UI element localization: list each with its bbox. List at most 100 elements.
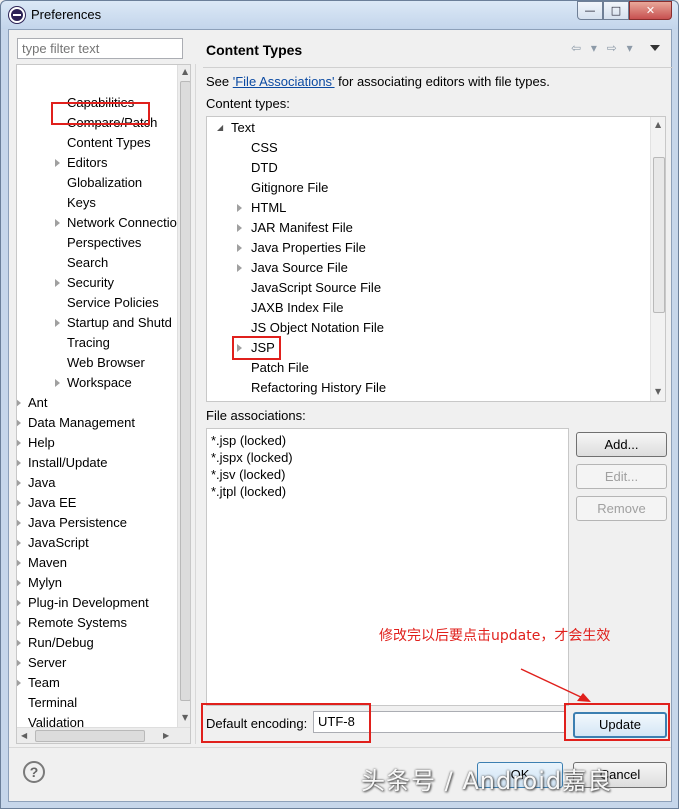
tree-item-label: Security (67, 275, 114, 290)
help-icon[interactable]: ? (23, 761, 45, 783)
desc-prefix: See (206, 74, 233, 89)
expand-arrow-icon[interactable] (55, 159, 60, 167)
tree-item-label: Editors (67, 155, 108, 170)
expand-arrow-icon[interactable] (237, 204, 242, 212)
expand-arrow-icon[interactable] (55, 319, 60, 327)
maximize-button[interactable]: □ (603, 1, 629, 20)
expand-arrow-icon[interactable] (55, 279, 60, 287)
highlight-encoding (201, 703, 371, 743)
list-item[interactable]: *.jsv (locked) (211, 466, 285, 483)
scroll-up-icon[interactable]: ▲ (655, 120, 661, 129)
tree-item-label: Java (28, 475, 56, 490)
tree-vertical-scrollbar[interactable]: ▲ ▼ (177, 65, 190, 727)
content-type-label: JavaScript Source File (251, 280, 382, 295)
highlight-jsp (232, 336, 281, 360)
file-associations-link[interactable]: 'File Associations' (233, 74, 335, 89)
tree-item-label: Team (28, 675, 60, 690)
expand-arrow-icon[interactable] (17, 679, 21, 687)
tree-item-label: Maven (28, 555, 68, 570)
tree-item-label: Service Policies (67, 295, 159, 310)
content-types-scrollbar[interactable]: ▲ ▼ (650, 117, 665, 401)
tree-item-label: Keys (67, 195, 96, 210)
tree-item-label: Run/Debug (28, 635, 94, 650)
window-title: Preferences (31, 7, 102, 22)
list-item[interactable]: *.jsp (locked) (211, 432, 286, 449)
tree-item-label: Terminal (28, 695, 78, 710)
expand-arrow-icon[interactable] (237, 224, 242, 232)
file-associations-label: File associations: (206, 408, 306, 423)
expand-arrow-icon[interactable] (17, 539, 21, 547)
filter-input[interactable] (17, 38, 183, 59)
expand-arrow-icon[interactable] (17, 459, 21, 467)
tree-item-label: Java Persistence (28, 515, 127, 530)
tree-item-label: Web Browser (67, 355, 145, 370)
add-button[interactable]: Add... (576, 432, 667, 457)
expand-arrow-icon[interactable] (237, 244, 242, 252)
tree-item-label: Data Management (28, 415, 135, 430)
tree-item-label: Help (28, 435, 55, 450)
expand-arrow-icon[interactable] (17, 499, 21, 507)
tree-item-label: JavaScript (28, 535, 89, 550)
list-item[interactable]: *.jtpl (locked) (211, 483, 286, 500)
tree-item-label: Workspace (67, 375, 132, 390)
annotation-text: 修改完以后要点击update，才会生效 (379, 628, 611, 644)
minimize-button[interactable]: — (577, 1, 603, 20)
title-bar: Preferences — □ ✕ (1, 1, 678, 29)
tree-item-label: Tracing (67, 335, 110, 350)
content-type-label: Java Source File (251, 260, 348, 275)
tree-item-label: Mylyn (28, 575, 62, 590)
hscroll-thumb[interactable] (35, 730, 145, 742)
highlight-content-types (51, 102, 150, 125)
expand-arrow-icon[interactable] (17, 619, 21, 627)
expand-arrow-icon[interactable] (17, 439, 21, 447)
scroll-right-icon[interactable]: ▶ (163, 731, 169, 740)
page-title: Content Types (206, 42, 303, 58)
preferences-window: Preferences — □ ✕ CapabilitiesCompare/Pa… (0, 0, 679, 809)
expand-arrow-icon[interactable] (17, 579, 21, 587)
close-button[interactable]: ✕ (629, 1, 672, 20)
expand-arrow-icon[interactable] (17, 399, 21, 407)
expand-arrow-icon[interactable] (17, 419, 21, 427)
desc-suffix: for associating editors with file types. (334, 74, 550, 89)
tree-item-label: Server (28, 655, 67, 670)
scroll-left-icon[interactable]: ◀ (21, 731, 27, 740)
description: See 'File Associations' for associating … (206, 74, 550, 89)
title-separator (203, 67, 673, 68)
scroll-down-icon[interactable]: ▼ (182, 713, 188, 722)
scroll-down-icon[interactable]: ▼ (655, 387, 661, 396)
edit-button[interactable]: Edit... (576, 464, 667, 489)
scroll-thumb[interactable] (180, 81, 190, 701)
expand-arrow-icon[interactable] (55, 379, 60, 387)
content-type-label: Gitignore File (251, 180, 329, 195)
tree-item-label: Plug-in Development (28, 595, 149, 610)
expand-arrow-icon[interactable] (55, 219, 60, 227)
pane-divider[interactable] (195, 64, 196, 744)
expand-arrow-icon[interactable] (17, 519, 21, 527)
footer-separator (9, 747, 671, 748)
expand-arrow-icon[interactable] (17, 479, 21, 487)
content-type-label: HTML (251, 200, 287, 215)
expand-arrow-icon[interactable] (17, 639, 21, 647)
expand-arrow-icon[interactable] (17, 659, 21, 667)
tree-item-label: Content Types (67, 135, 151, 150)
expand-arrow-icon[interactable] (17, 559, 21, 567)
scroll-thumb[interactable] (653, 157, 665, 313)
view-menu-icon[interactable] (650, 45, 660, 51)
tree-item-label: Search (67, 255, 109, 270)
preference-tree: Capabilities Compare/Patch Content Types Ed… (16, 64, 191, 744)
tree-item-label: Globalization (67, 175, 143, 190)
expand-arrow-icon[interactable] (17, 599, 21, 607)
back-forward-icon[interactable]: ⇦ ▾ ⇨ ▾ (571, 41, 636, 55)
content-type-label: JAXB Index File (251, 300, 344, 315)
tree-item-label: Install/Update (28, 455, 108, 470)
watermark: 头条号 / Android嘉良 (361, 767, 613, 795)
expand-arrow-icon[interactable] (237, 264, 242, 272)
eclipse-icon (9, 7, 25, 23)
scroll-up-icon[interactable]: ▲ (182, 67, 188, 76)
tree-item-label: Ant (28, 395, 48, 410)
annotation-arrow-icon (520, 668, 591, 702)
list-item[interactable]: *.jspx (locked) (211, 449, 293, 466)
tree-item-label: Network Connectio (67, 215, 177, 230)
remove-button[interactable]: Remove (576, 496, 667, 521)
tree-horizontal-scrollbar[interactable]: ◀ ▶ (17, 727, 190, 743)
